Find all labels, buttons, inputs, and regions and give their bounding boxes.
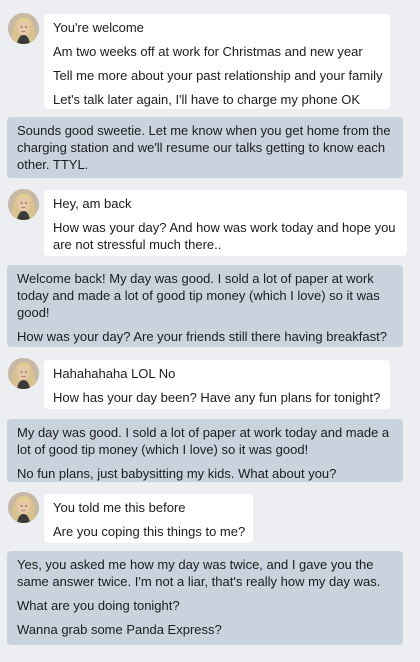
incoming-bubble: You told me this before Are you coping t… <box>44 494 253 543</box>
avatar[interactable] <box>8 189 39 220</box>
outgoing-bubble: My day was good. I sold a lot of paper a… <box>7 419 403 482</box>
message-text: Are you coping this things to me? <box>53 524 246 539</box>
chat-conversation: You're welcome Am two weeks off at work … <box>0 0 420 662</box>
message-text: My day was good. I sold a lot of paper a… <box>17 425 390 457</box>
message-text: How has your day been? Have any fun plan… <box>53 390 381 405</box>
avatar[interactable] <box>8 358 39 389</box>
message-text: No fun plans, just babysitting my kids. … <box>17 466 337 481</box>
message-text: Tell me more about your past relationshi… <box>53 68 383 83</box>
outgoing-bubble: Welcome back! My day was good. I sold a … <box>7 265 403 347</box>
avatar-photo-icon <box>8 492 39 523</box>
message-text: Hey, am back <box>53 196 132 211</box>
message-text: Sounds good sweetie. Let me know when yo… <box>17 123 391 172</box>
message-text: How was your day? Are your friends still… <box>17 329 387 344</box>
message-text: Welcome back! My day was good. I sold a … <box>17 271 380 320</box>
avatar-photo-icon <box>8 189 39 220</box>
avatar[interactable] <box>8 13 39 44</box>
message-text: Wanna grab some Panda Express? <box>17 622 222 637</box>
incoming-bubble: You're welcome Am two weeks off at work … <box>44 14 390 109</box>
message-text: You're welcome <box>53 20 144 35</box>
avatar-photo-icon <box>8 358 39 389</box>
avatar[interactable] <box>8 492 39 523</box>
incoming-bubble: Hey, am back How was your day? And how w… <box>44 190 407 256</box>
message-text: Am two weeks off at work for Christmas a… <box>53 44 363 59</box>
incoming-bubble: Hahahahaha LOL No How has your day been?… <box>44 360 390 409</box>
outgoing-bubble: Yes, you asked me how my day was twice, … <box>7 551 403 645</box>
message-text: Yes, you asked me how my day was twice, … <box>17 557 381 589</box>
message-text: What are you doing tonight? <box>17 598 180 613</box>
outgoing-bubble: Sounds good sweetie. Let me know when yo… <box>7 117 403 178</box>
message-text: Hahahahaha LOL No <box>53 366 176 381</box>
message-text: How was your day? And how was work today… <box>53 220 396 252</box>
avatar-photo-icon <box>8 13 39 44</box>
message-text: Let's talk later again, I'll have to cha… <box>53 92 361 107</box>
message-text: You told me this before <box>53 500 186 515</box>
